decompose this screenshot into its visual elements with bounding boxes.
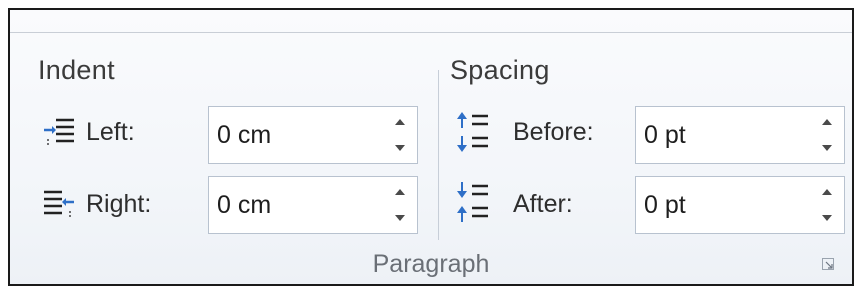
indent-right-down-arrow[interactable] bbox=[395, 215, 405, 221]
indent-right-spinner[interactable]: 0 cm bbox=[208, 176, 418, 234]
indent-left-value[interactable]: 0 cm bbox=[217, 107, 271, 163]
space-before-label: Before: bbox=[513, 118, 594, 146]
space-after-value[interactable]: 0 pt bbox=[644, 177, 686, 233]
indent-group-title: Indent bbox=[38, 55, 115, 85]
space-before-arrows[interactable] bbox=[820, 107, 836, 163]
ribbon-top-edge bbox=[10, 32, 852, 33]
indent-left-label: Left: bbox=[86, 118, 135, 146]
indent-right-value[interactable]: 0 cm bbox=[217, 177, 271, 233]
spacing-group-title: Spacing bbox=[450, 55, 550, 85]
space-after-spinner[interactable]: 0 pt bbox=[635, 176, 845, 234]
indent-left-up-arrow[interactable] bbox=[395, 119, 405, 125]
indent-left-down-arrow[interactable] bbox=[395, 145, 405, 151]
space-before-down-arrow[interactable] bbox=[822, 145, 832, 151]
indent-left-spinner[interactable]: 0 cm bbox=[208, 106, 418, 164]
indent-right-arrows[interactable] bbox=[393, 177, 409, 233]
space-before-up-arrow[interactable] bbox=[822, 119, 832, 125]
indent-left-arrows[interactable] bbox=[393, 107, 409, 163]
space-before-spinner[interactable]: 0 pt bbox=[635, 106, 845, 164]
indent-left-icon bbox=[44, 118, 74, 147]
space-after-down-arrow[interactable] bbox=[822, 215, 832, 221]
indent-right-icon bbox=[44, 190, 74, 219]
space-after-arrows[interactable] bbox=[820, 177, 836, 233]
space-before-icon bbox=[457, 112, 488, 152]
group-separator bbox=[438, 70, 439, 240]
paragraph-group-panel: Indent Left: 0 cm Right: 0 cm Spacing Be… bbox=[8, 8, 854, 286]
dialog-launcher-icon[interactable] bbox=[822, 258, 834, 270]
indent-right-up-arrow[interactable] bbox=[395, 189, 405, 195]
group-caption: Paragraph bbox=[372, 250, 490, 278]
space-after-label: After: bbox=[513, 190, 573, 218]
indent-right-label: Right: bbox=[86, 190, 152, 218]
space-after-up-arrow[interactable] bbox=[822, 189, 832, 195]
space-after-icon bbox=[457, 182, 488, 222]
space-before-value[interactable]: 0 pt bbox=[644, 107, 686, 163]
